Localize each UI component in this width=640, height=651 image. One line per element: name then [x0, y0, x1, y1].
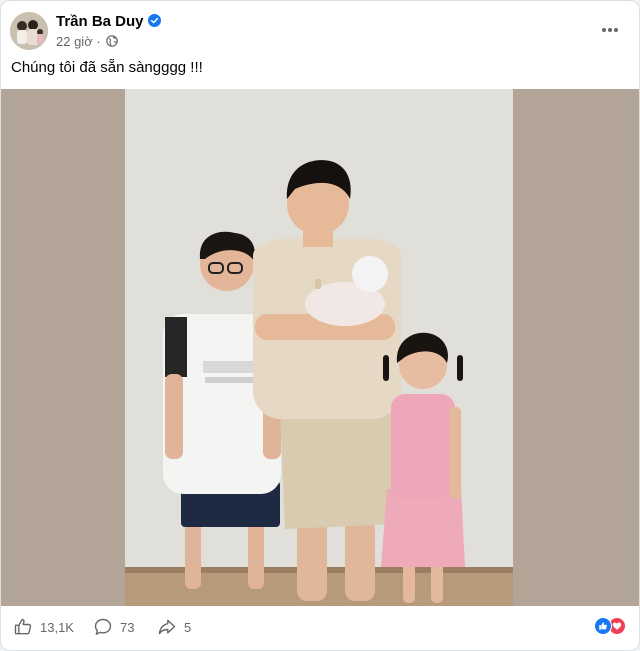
meta-separator: · — [96, 34, 101, 49]
comment-count: 73 — [120, 619, 135, 635]
thumbs-up-icon — [14, 618, 32, 635]
post-card: Trần Ba Duy 22 giờ · Chúng tôi đã sẵn sà… — [0, 0, 640, 651]
post-header: Trần Ba Duy 22 giờ · — [1, 1, 639, 53]
comment-bubble-icon — [94, 618, 112, 635]
post-timestamp[interactable]: 22 giờ — [56, 34, 93, 49]
post-caption: Chúng tôi đã sẵn sàngggg !!! — [11, 59, 203, 76]
post-photo[interactable] — [125, 89, 513, 606]
share-count: 5 — [184, 619, 192, 635]
post-meta: 22 giờ · — [56, 34, 119, 49]
verified-badge-icon — [147, 14, 161, 27]
post-media[interactable] — [1, 89, 639, 606]
like-button[interactable]: 13,1K — [13, 616, 74, 638]
post-actions-bar: 13,1K 73 5 — [1, 606, 639, 650]
like-count: 13,1K — [40, 619, 74, 635]
share-arrow-icon — [158, 619, 176, 635]
comment-button[interactable]: 73 — [93, 616, 134, 638]
author-name[interactable]: Trần Ba Duy — [56, 13, 144, 30]
reaction-summary[interactable] — [594, 617, 626, 635]
more-options-button[interactable] — [601, 20, 619, 38]
globe-icon — [106, 35, 119, 47]
share-button[interactable]: 5 — [157, 616, 191, 638]
author-avatar[interactable] — [10, 12, 48, 50]
author-name-row: Trần Ba Duy — [56, 13, 161, 30]
like-reaction-icon — [594, 617, 612, 635]
more-horizontal-icon — [602, 28, 618, 32]
